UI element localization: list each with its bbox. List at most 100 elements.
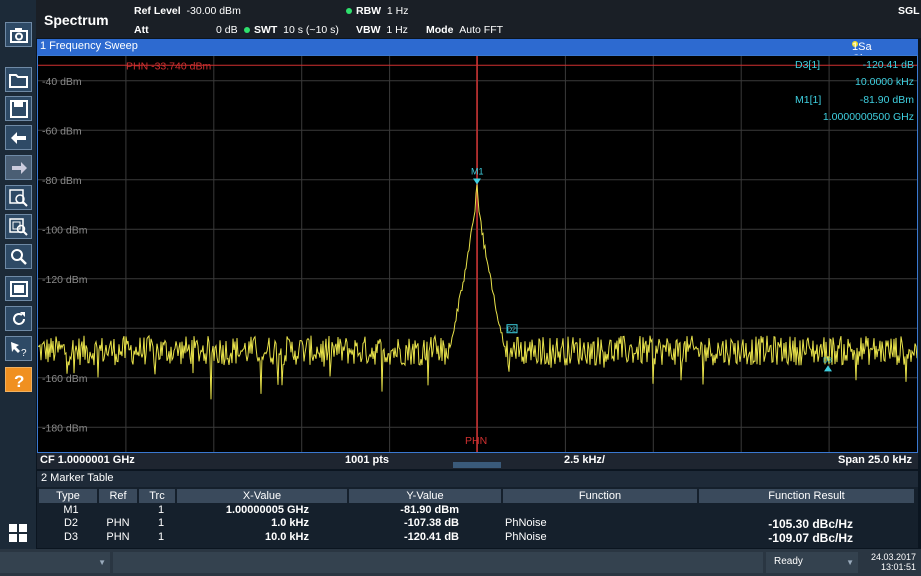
sidebar-toolbar: ? ?	[0, 0, 36, 576]
swt-indicator-icon	[244, 27, 250, 34]
att[interactable]: Att	[134, 24, 149, 36]
table-cell: -107.38 dB	[403, 517, 459, 529]
marker-d2-tag: D2	[507, 327, 516, 334]
scroll-handle[interactable]	[453, 462, 501, 468]
y-tick-label: -100 dBm	[42, 224, 88, 236]
save-button[interactable]	[5, 96, 32, 121]
redo-icon	[11, 161, 27, 174]
zoom-area-icon	[8, 188, 28, 207]
marker-m1	[473, 178, 481, 185]
table-cell: -105.30 dBc/Hz	[768, 517, 853, 531]
swt-label: SWT	[254, 24, 278, 36]
column-header[interactable]: X-Value	[177, 489, 347, 503]
table-cell: -109.07 dBc/Hz	[768, 531, 853, 545]
column-header[interactable]: Type	[39, 489, 97, 503]
status-message-area	[113, 552, 763, 573]
span[interactable]: Span 25.0 kHz	[838, 454, 912, 466]
y-tick-label: -80 dBm	[42, 175, 82, 187]
table-cell: PhNoise	[505, 531, 547, 543]
swt-value: 10 s (~10 s)	[283, 24, 339, 36]
instrument-header: Spectrum Ref Level -30.00 dBm Att 0 dB S…	[36, 0, 921, 38]
zoom-off-button[interactable]	[5, 244, 32, 269]
spectrum-plot[interactable]: -40 dBm -60 dBm -80 dBm -100 dBm -120 dBm -16…	[37, 55, 918, 453]
att-label: Att	[134, 24, 149, 36]
table-cell: D3	[63, 531, 79, 543]
att-value: 0 dB	[216, 24, 238, 36]
multi-zoom-icon	[8, 217, 28, 236]
redo-button[interactable]	[5, 155, 32, 180]
ref-level[interactable]: Ref Level -30.00 dBm	[134, 5, 241, 17]
help-icon: ?	[14, 372, 24, 389]
svg-text:?: ?	[21, 348, 27, 358]
table-cell: -81.90 dBm	[400, 504, 459, 516]
ready-label: Ready	[774, 556, 803, 567]
undo-button[interactable]	[5, 125, 32, 150]
table-cell: PHN	[106, 531, 130, 543]
status-dropdown-left[interactable]: ▼	[0, 552, 110, 573]
swt[interactable]: SWT 10 s (~10 s)	[244, 24, 339, 36]
table-cell: D2	[63, 517, 79, 529]
table-cell: 1.0 kHz	[271, 517, 309, 529]
column-header[interactable]: Y-Value	[349, 489, 501, 503]
sgl-indicator[interactable]: SGL	[898, 5, 920, 17]
y-tick-label: -180 dBm	[42, 422, 88, 434]
marker-table: 2 Marker Table Type Ref Trc X-Value Y-Value F…	[37, 471, 918, 548]
help-button[interactable]: ?	[5, 367, 32, 392]
vbw-value: 1 Hz	[386, 24, 408, 36]
fullscreen-icon	[9, 280, 28, 297]
marker-readout-m1-label: M1[1]	[795, 94, 821, 106]
y-tick-label: -40 dBm	[42, 76, 82, 88]
save-icon	[9, 99, 28, 118]
magnifier-icon	[10, 248, 27, 265]
screenshot-button[interactable]	[5, 22, 32, 47]
time-label: 13:01:51	[880, 562, 916, 572]
refresh-button[interactable]	[5, 306, 32, 331]
table-cell: M1	[63, 504, 79, 516]
freq-div: 2.5 kHz/	[564, 454, 605, 466]
mode-value: Auto FFT	[459, 24, 504, 36]
multi-zoom-button[interactable]	[5, 214, 32, 239]
windows-button[interactable]	[0, 518, 36, 548]
table-cell: 10.0 kHz	[264, 531, 309, 543]
y-tick-label: -120 dBm	[42, 274, 88, 286]
table-cell: PHN	[106, 517, 130, 529]
camera-icon	[9, 27, 28, 43]
zoom-area-button[interactable]	[5, 185, 32, 210]
column-header[interactable]: Function	[503, 489, 697, 503]
column-header[interactable]: Function Result	[699, 489, 914, 503]
status-ready-box[interactable]: Ready ▼	[766, 552, 858, 573]
vbw[interactable]: VBW 1 Hz	[356, 24, 408, 36]
rbw-indicator-icon	[346, 8, 352, 15]
marker-table-title: 2 Marker Table	[41, 472, 114, 484]
table-cell: 1	[157, 531, 165, 543]
marker-readout-m1-value: -81.90 dBm	[860, 94, 915, 106]
status-bar: ▼ Ready ▼ 24.03.2017 13:01:51	[0, 549, 921, 576]
vbw-label: VBW	[356, 24, 381, 36]
column-header[interactable]: Ref	[99, 489, 137, 503]
table-cell: PhNoise	[505, 517, 547, 529]
marker-table-header[interactable]: 2 Marker Table	[37, 471, 918, 487]
app-title: Spectrum	[44, 12, 109, 28]
full-screen-button[interactable]	[5, 276, 32, 301]
rbw[interactable]: RBW 1 Hz	[346, 5, 409, 17]
open-button[interactable]	[5, 67, 32, 92]
sweep-panel-header[interactable]: 1 Frequency Sweep 1Sa Clrw	[37, 39, 918, 65]
marker-readout-m1-freq: 1.0000000500 GHz	[823, 111, 914, 123]
center-freq[interactable]: CF 1.0000001 GHz	[40, 454, 135, 466]
folder-open-icon	[8, 73, 28, 88]
phn-line-label: PHN -33.740 dBm	[126, 60, 211, 72]
ref-level-label: Ref Level	[134, 5, 181, 17]
y-tick-label: -160 dBm	[42, 373, 88, 385]
table-cell: 1.00000005 GHz	[225, 504, 309, 516]
spectrum-chart[interactable]: -40 dBm -60 dBm -80 dBm -100 dBm -120 dBm -16…	[38, 56, 917, 452]
table-cell: 1	[157, 504, 165, 516]
windows-icon	[9, 524, 27, 542]
sweep-points[interactable]: 1001 pts	[345, 454, 389, 466]
undo-icon	[10, 131, 26, 144]
context-help-button[interactable]: ?	[5, 336, 32, 361]
marker-readout-d3-freq: 10.0000 kHz	[855, 76, 914, 88]
marker-readout-d3-label: D3[1]	[795, 59, 820, 71]
mode[interactable]: Mode Auto FFT	[426, 24, 503, 36]
column-header[interactable]: Trc	[139, 489, 175, 503]
y-tick-label: -60 dBm	[42, 125, 82, 137]
